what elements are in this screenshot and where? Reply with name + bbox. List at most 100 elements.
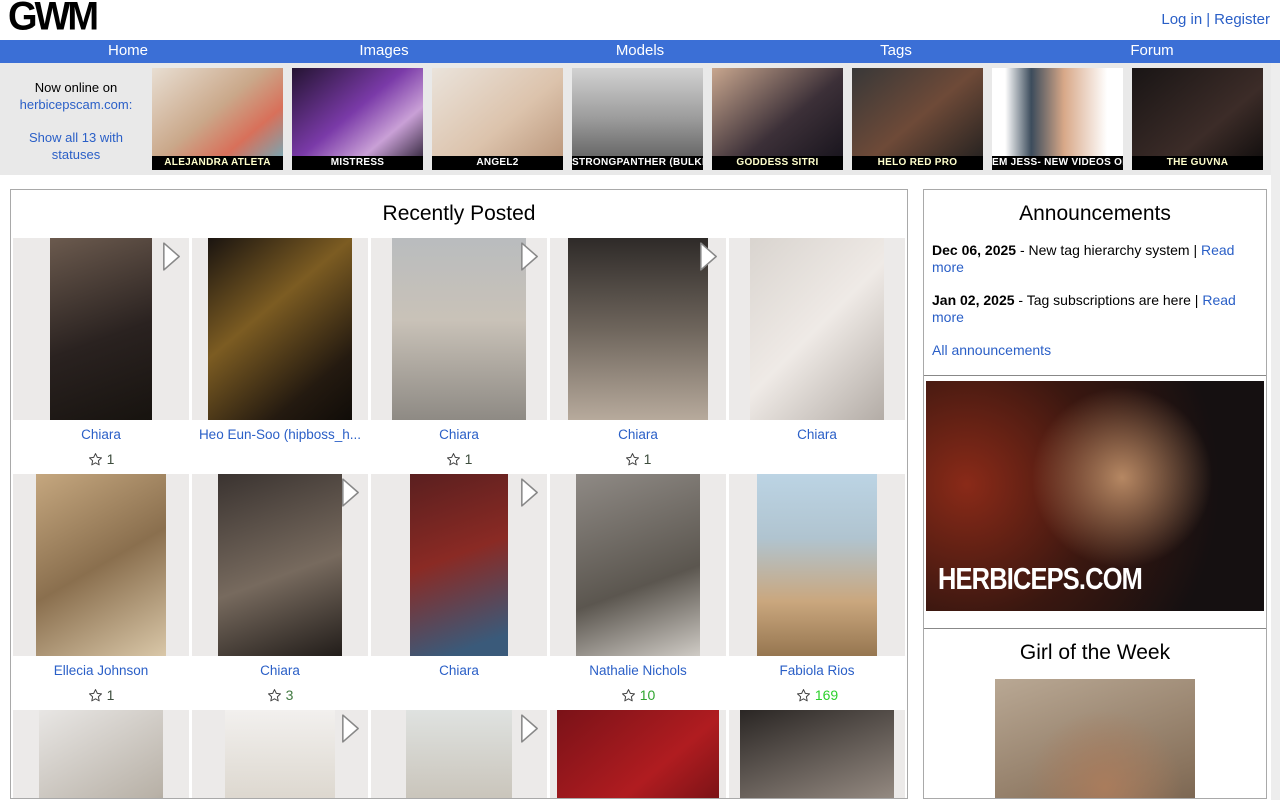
online-strip: Now online on herbicepscam.com: Show all… xyxy=(0,63,1280,175)
nav-images[interactable]: Images xyxy=(256,40,512,63)
online-model-thumb[interactable]: MISTRESS xyxy=(292,68,423,170)
model-photo xyxy=(852,68,983,170)
model-name-label: MISTRESS xyxy=(292,156,423,170)
post-image[interactable] xyxy=(550,238,726,420)
post-image[interactable] xyxy=(550,474,726,656)
play-icon[interactable] xyxy=(160,240,183,273)
post-image[interactable] xyxy=(729,474,905,656)
post-cell: Nathalie Nichols 10 xyxy=(550,474,726,703)
sidebar-panel: Announcements Dec 06, 2025 - New tag hie… xyxy=(923,189,1267,799)
favorite-number: 1 xyxy=(107,687,115,703)
girl-of-the-week-photo[interactable] xyxy=(995,679,1195,799)
star-icon xyxy=(446,452,461,467)
post-photo xyxy=(410,474,509,656)
post-image[interactable] xyxy=(371,710,547,799)
play-icon[interactable] xyxy=(518,476,541,509)
star-icon xyxy=(88,452,103,467)
online-model-thumb[interactable]: ALEJANDRA ATLETA xyxy=(152,68,283,170)
girl-of-the-week-title: Girl of the Week xyxy=(924,641,1266,665)
post-image[interactable] xyxy=(13,474,189,656)
online-intro: Now online on herbicepscam.com: Show all… xyxy=(0,63,152,175)
post-image[interactable] xyxy=(192,474,368,656)
post-cell: Chiara xyxy=(371,474,547,703)
post-photo xyxy=(757,474,877,656)
nav-home[interactable]: Home xyxy=(0,40,256,63)
post-cell xyxy=(550,710,726,799)
herbiceps-banner[interactable]: HERBICEPS.COM xyxy=(926,381,1264,611)
model-name-label: ALEJANDRA ATLETA xyxy=(152,156,283,170)
post-cell: Chiara 1 xyxy=(371,238,547,467)
scrollbar-track[interactable] xyxy=(1271,63,1280,800)
post-image[interactable] xyxy=(550,710,726,799)
post-photo xyxy=(557,710,719,799)
model-name-label: GODDESS SITRI xyxy=(712,156,843,170)
favorite-count: 1 xyxy=(13,687,189,703)
post-photo xyxy=(750,238,884,420)
nav-models[interactable]: Models xyxy=(512,40,768,63)
announcement-date: Jan 02, 2025 xyxy=(932,292,1015,308)
post-image[interactable] xyxy=(371,238,547,420)
play-icon[interactable] xyxy=(339,712,362,745)
login-link[interactable]: Log in xyxy=(1161,11,1202,28)
post-cell: Chiara 1 xyxy=(550,238,726,467)
post-model-link[interactable]: Nathalie Nichols xyxy=(589,663,687,678)
post-cell: Chiara xyxy=(729,238,905,467)
site-logo[interactable]: GWM xyxy=(8,0,96,40)
post-photo xyxy=(218,474,341,656)
online-model-thumb[interactable]: THE GUVNA xyxy=(1132,68,1263,170)
model-photo xyxy=(712,68,843,170)
nav-tags[interactable]: Tags xyxy=(768,40,1024,63)
post-image[interactable] xyxy=(371,474,547,656)
post-image[interactable] xyxy=(13,710,189,799)
post-photo xyxy=(36,474,166,656)
model-name-label: ANGEL2 xyxy=(432,156,563,170)
post-image[interactable] xyxy=(729,710,905,799)
post-photo xyxy=(576,474,699,656)
post-image[interactable] xyxy=(192,238,368,420)
favorite-count: 10 xyxy=(550,687,726,703)
post-photo xyxy=(392,238,526,420)
online-model-thumb[interactable]: ANGEL2 xyxy=(432,68,563,170)
online-model-thumb[interactable]: HELO RED PRO xyxy=(852,68,983,170)
favorite-count: 1 xyxy=(371,451,547,467)
play-icon[interactable] xyxy=(697,240,720,273)
play-icon[interactable] xyxy=(339,476,362,509)
online-text: Now online on xyxy=(35,80,117,95)
post-photo xyxy=(406,710,512,799)
post-photo xyxy=(208,238,352,420)
model-photo xyxy=(992,68,1123,170)
post-image[interactable] xyxy=(13,238,189,420)
favorite-count: 3 xyxy=(192,687,368,703)
post-model-link[interactable]: Chiara xyxy=(81,427,121,442)
divider xyxy=(924,375,1266,376)
all-announcements-link[interactable]: All announcements xyxy=(932,342,1051,358)
post-photo xyxy=(568,238,709,420)
post-photo xyxy=(50,238,152,420)
post-model-link[interactable]: Chiara xyxy=(797,427,837,442)
post-cell: Ellecia Johnson 1 xyxy=(13,474,189,703)
nav-forum[interactable]: Forum xyxy=(1024,40,1280,63)
show-all-statuses-link[interactable]: Show all 13 with statuses xyxy=(16,129,136,163)
post-model-link[interactable]: Chiara xyxy=(618,427,658,442)
post-model-link[interactable]: Chiara xyxy=(439,427,479,442)
post-model-link[interactable]: Ellecia Johnson xyxy=(54,663,149,678)
register-link[interactable]: Register xyxy=(1214,11,1270,28)
online-model-thumb[interactable]: EM JESS- NEW VIDEOS ON xyxy=(992,68,1123,170)
model-name-label: EM JESS- NEW VIDEOS ON xyxy=(992,156,1123,170)
announcement-item: Jan 02, 2025 - Tag subscriptions are her… xyxy=(932,292,1258,326)
post-image[interactable] xyxy=(729,238,905,420)
post-image[interactable] xyxy=(192,710,368,799)
post-model-link[interactable]: Chiara xyxy=(439,663,479,678)
favorite-number: 169 xyxy=(815,687,838,703)
online-model-thumb[interactable]: GODDESS SITRI xyxy=(712,68,843,170)
herbicepscam-link[interactable]: herbicepscam.com: xyxy=(20,96,133,113)
recently-posted-title: Recently Posted xyxy=(11,202,907,226)
post-model-link[interactable]: Chiara xyxy=(260,663,300,678)
post-model-link[interactable]: Heo Eun-Soo (hipboss_h... xyxy=(199,427,361,442)
star-icon xyxy=(796,688,811,703)
online-model-thumb[interactable]: STRONGPANTHER (BULKIN xyxy=(572,68,703,170)
model-photo xyxy=(152,68,283,170)
post-model-link[interactable]: Fabiola Rios xyxy=(779,663,854,678)
play-icon[interactable] xyxy=(518,712,541,745)
play-icon[interactable] xyxy=(518,240,541,273)
